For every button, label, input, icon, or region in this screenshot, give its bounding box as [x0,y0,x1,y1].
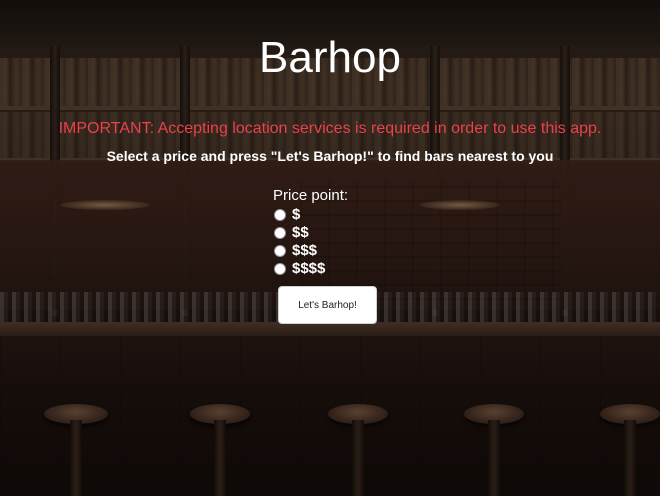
price-radio-3[interactable] [274,245,286,257]
instructions-text: Select a price and press "Let's Barhop!"… [106,148,554,164]
price-point-label: Price point: [273,187,349,204]
lets-barhop-button[interactable]: Let's Barhop! [278,286,377,324]
main-content: Barhop IMPORTANT: Accepting location ser… [0,0,660,496]
price-option-2[interactable]: $$ [274,224,348,242]
price-option-3[interactable]: $$$ [274,242,348,260]
price-radio-1[interactable] [274,209,286,221]
price-option-4[interactable]: $$$$ [274,260,348,278]
price-radio-4[interactable] [274,263,286,275]
price-option-label: $$ [292,224,309,241]
price-option-1[interactable]: $ [274,206,348,224]
price-option-label: $$$ [292,242,318,259]
price-option-label: $$$$ [292,260,326,277]
price-option-label: $ [292,206,301,223]
app-title: Barhop [259,33,401,82]
price-point-form: Price point: $ $$ $$$ $$$$ [273,186,348,278]
price-radio-2[interactable] [274,227,286,239]
location-warning: IMPORTANT: Accepting location services i… [58,120,602,137]
